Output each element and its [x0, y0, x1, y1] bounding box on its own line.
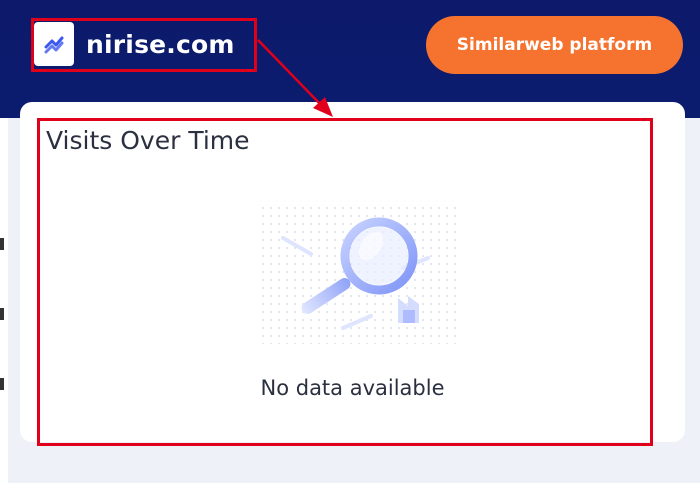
left-edge-strip [0, 118, 8, 483]
similarweb-platform-button[interactable]: Similarweb platform [426, 16, 683, 74]
card-highlight-box [37, 118, 653, 446]
domain-highlight-box [31, 18, 257, 72]
